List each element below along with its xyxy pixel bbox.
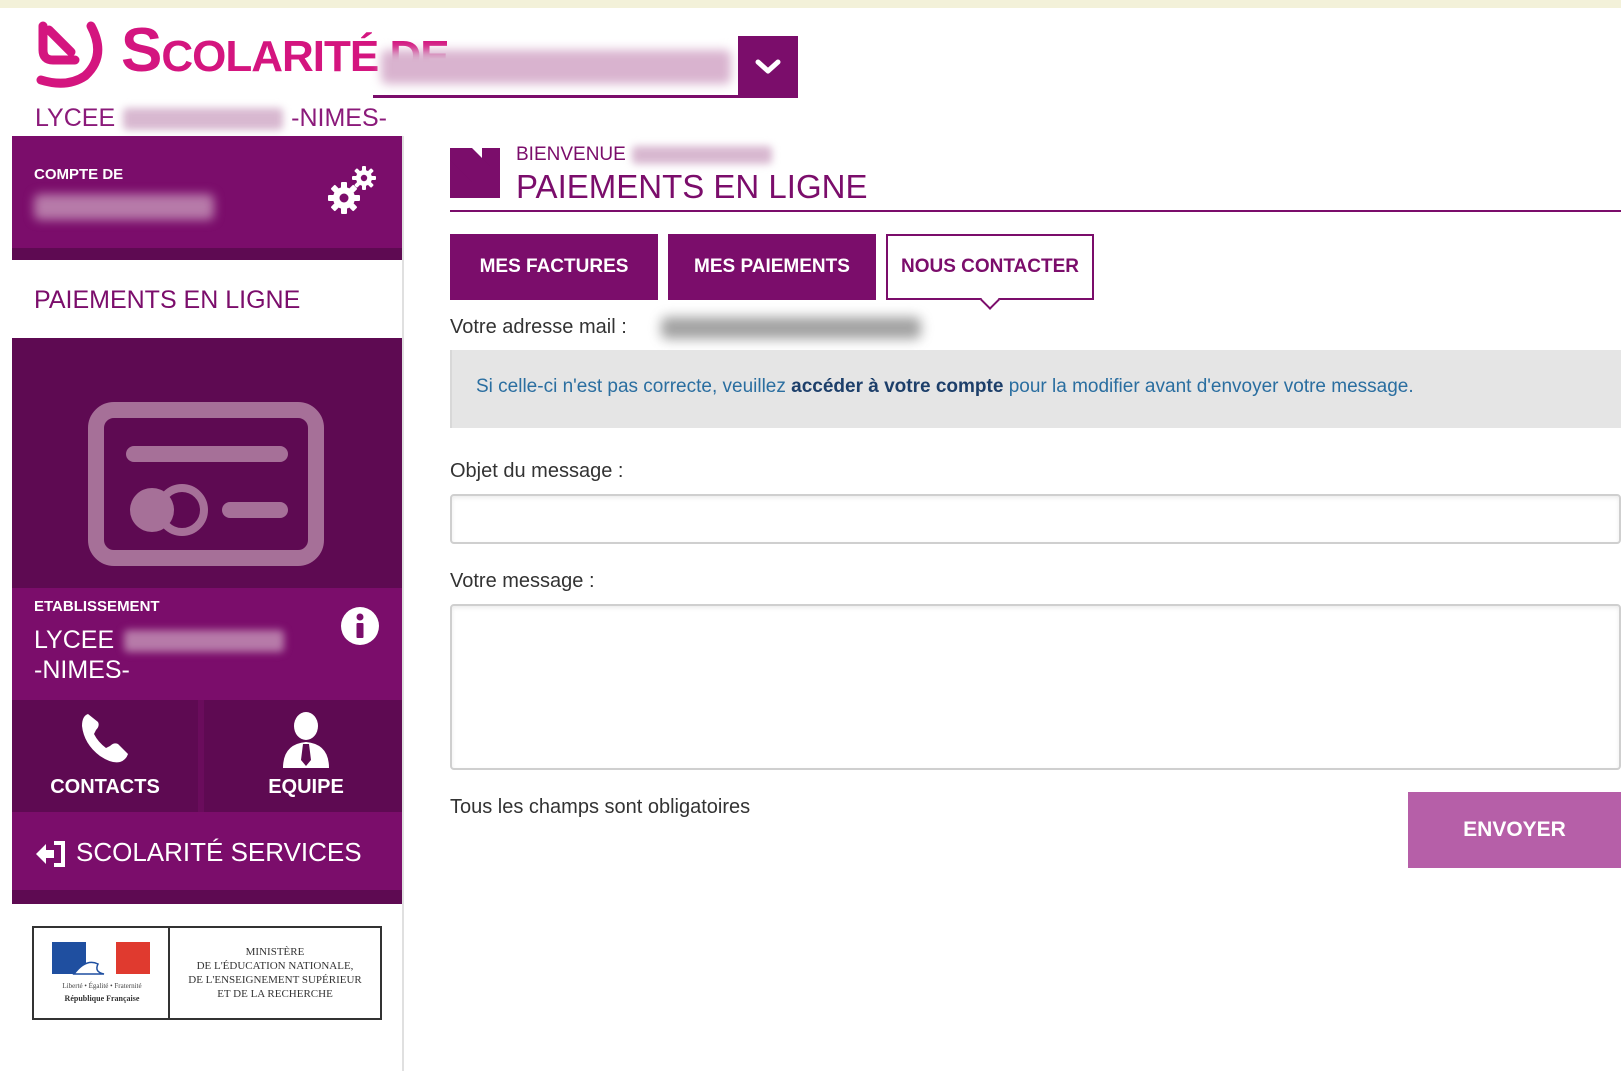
scolarite-logo-icon: [36, 21, 103, 88]
etablissement-panel: ETABLISSEMENT LYCEE -NIMES-: [12, 588, 402, 700]
tab-mes-factures[interactable]: MES FACTURES: [450, 234, 658, 300]
tab-mes-paiements[interactable]: MES PAIEMENTS: [668, 234, 876, 300]
welcome-text: BIENVENUE: [516, 144, 772, 166]
subject-input[interactable]: [450, 494, 1621, 544]
page-title: PAIEMENTS EN LIGNE: [516, 168, 868, 205]
credit-card-icon: [88, 402, 324, 566]
account-panel: COMPTE DE: [12, 136, 402, 260]
page: SCOLARITÉ DE LYCEE -NIMES- COMPTE DE PAI…: [0, 8, 1621, 1071]
school-name: LYCEE -NIMES-: [35, 104, 387, 132]
payment-card-panel: [12, 338, 402, 588]
etablissement-name-redacted: [124, 629, 285, 652]
account-label: COMPTE DE: [34, 166, 124, 183]
ministry-logo: Liberté • Égalité • Fraternité Républiqu…: [12, 904, 402, 1071]
ministry-text: MINISTÈRE DE L'ÉDUCATION NATIONALE, DE L…: [188, 946, 362, 1000]
select-toggle-button[interactable]: [738, 36, 798, 98]
quick-links: CONTACTS EQUIPE: [12, 700, 402, 812]
sign-in-icon: [36, 841, 65, 867]
contacts-button[interactable]: CONTACTS: [12, 700, 204, 812]
school-name-redacted: [123, 107, 284, 130]
etablissement-label: ETABLISSEMENT: [34, 598, 160, 615]
email-row: Votre adresse mail :: [450, 316, 921, 339]
info-icon[interactable]: [340, 606, 380, 646]
email-notice: Si celle-ci n'est pas correcte, veuillez…: [450, 350, 1621, 428]
chevron-down-icon: [755, 59, 781, 74]
etablissement-city: -NIMES-: [34, 656, 130, 684]
student-select[interactable]: [373, 36, 798, 98]
phone-icon: [82, 714, 128, 763]
email-label: Votre adresse mail :: [450, 316, 627, 338]
equipe-button[interactable]: EQUIPE: [210, 700, 402, 812]
message-textarea[interactable]: [450, 604, 1621, 770]
account-divider: [12, 248, 402, 260]
student-name-redacted: [381, 50, 731, 84]
scolarite-services-link[interactable]: SCOLARITÉ SERVICES: [12, 812, 402, 904]
arrow-down-right-icon: [450, 148, 500, 198]
tab-bar: MES FACTURES MES PAIEMENTS NOUS CONTACTE…: [450, 234, 1094, 310]
sidebar: COMPTE DE PAIEMENTS EN LIGNE ETABLISSEME…: [12, 136, 404, 1071]
active-tab-caret: [980, 290, 1000, 310]
flag-motto: Liberté • Égalité • Fraternité: [62, 982, 142, 990]
user-name-redacted: [631, 146, 772, 164]
person-icon: [283, 712, 329, 768]
send-button[interactable]: ENVOYER: [1408, 792, 1621, 868]
sidebar-section-title: PAIEMENTS EN LIGNE: [12, 260, 402, 338]
title-divider: [450, 210, 1621, 212]
marianne-logo: Liberté • Égalité • Fraternité Républiqu…: [34, 928, 170, 1018]
subject-label: Objet du message :: [450, 460, 624, 482]
account-name-redacted: [34, 194, 214, 220]
message-label: Votre message :: [450, 570, 595, 592]
flag-caption: République Française: [64, 994, 140, 1003]
email-value-redacted: [660, 316, 921, 339]
french-flag-icon: [52, 942, 150, 975]
settings-gears-icon[interactable]: [324, 162, 380, 218]
required-note: Tous les champs sont obligatoires: [450, 796, 751, 818]
account-link[interactable]: accéder à votre compte: [791, 376, 1003, 397]
tab-nous-contacter[interactable]: NOUS CONTACTER: [886, 234, 1094, 310]
etablissement-name: LYCEE: [34, 626, 285, 655]
